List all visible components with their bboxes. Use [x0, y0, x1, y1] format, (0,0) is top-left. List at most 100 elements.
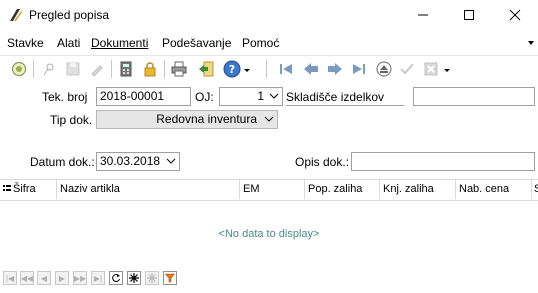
- close-icon: [509, 9, 521, 21]
- nav-last-button[interactable]: ▶|: [91, 271, 105, 285]
- tip-dok-value: Redovna inventura: [156, 112, 257, 126]
- lock-icon: [144, 62, 156, 77]
- export-button[interactable]: [196, 59, 216, 79]
- nav-next-page-button[interactable]: ▶▶: [73, 271, 87, 285]
- help-icon: ?: [223, 60, 241, 78]
- nav-next-button[interactable]: ▶: [55, 271, 69, 285]
- last-record-icon: [353, 64, 365, 74]
- check-icon: [400, 63, 414, 75]
- datum-label: Datum dok.:: [30, 155, 95, 169]
- edit-icon: [91, 65, 103, 77]
- menu-bar: Stavke Alati Dokumenti Podešavanje Pomoć: [0, 31, 538, 53]
- refresh-button[interactable]: [9, 59, 29, 79]
- asterisk-icon: [129, 273, 139, 283]
- prev-icon: ◀: [40, 273, 48, 283]
- window-title: Pregled popisa: [29, 8, 110, 22]
- asterisk-disabled-icon: [147, 273, 157, 283]
- col-sifra[interactable]: Šifra: [13, 183, 36, 195]
- maximize-icon: [464, 10, 474, 20]
- empty-grid-message: <No data to display>: [218, 228, 320, 240]
- last-page-icon: ▶|: [93, 273, 103, 283]
- confirm-button[interactable]: [397, 59, 417, 79]
- eject-icon: [376, 61, 392, 77]
- menu-pomoc[interactable]: Pomoć: [242, 36, 279, 50]
- chevron-down-icon: [244, 69, 250, 72]
- save-button[interactable]: [63, 59, 83, 79]
- next-page-icon: ▶▶: [73, 273, 87, 283]
- grid-header: Šifra Naziv artikla EM Pop. zaliha Knj. …: [0, 179, 538, 201]
- oj-name: Skladišče izdelkov: [286, 90, 404, 106]
- nav-prev-button[interactable]: ◀: [37, 271, 51, 285]
- cancel-icon: [424, 62, 438, 76]
- pin-icon: [43, 63, 54, 76]
- col-naziv-artikla[interactable]: Naziv artikla: [60, 183, 120, 195]
- column-chooser-icon[interactable]: [3, 184, 11, 194]
- next-icon: ▶: [58, 273, 66, 283]
- prev-record-icon: [304, 63, 318, 75]
- oj-combo[interactable]: 1: [219, 87, 283, 106]
- first-record-icon: [280, 64, 292, 74]
- calculator-icon: [120, 61, 132, 77]
- tip-dok-combo[interactable]: Redovna inventura: [96, 110, 278, 129]
- tek-broj-label: Tek. broj: [42, 90, 88, 104]
- next-record-icon: [328, 63, 342, 75]
- close-button[interactable]: [492, 0, 538, 30]
- menu-overflow-icon[interactable]: [528, 41, 534, 45]
- datum-combo[interactable]: 30.03.2018: [96, 152, 180, 171]
- prev-page-icon: ◀◀: [20, 273, 34, 283]
- chevron-down-icon[interactable]: [264, 115, 274, 124]
- edit-button[interactable]: [87, 59, 107, 79]
- chevron-down-icon[interactable]: [269, 92, 279, 101]
- col-nab-cena[interactable]: Nab. cena: [459, 183, 509, 195]
- datum-value: 30.03.2018: [100, 154, 161, 168]
- app-icon: [10, 9, 22, 21]
- menu-dokumenti[interactable]: Dokumenti: [91, 36, 148, 50]
- nav-delete-button[interactable]: [145, 271, 159, 285]
- toolbar: ?: [0, 55, 538, 82]
- nav-filter-button[interactable]: [163, 271, 177, 285]
- tek-broj-field[interactable]: 2018-00001: [96, 87, 191, 106]
- save-icon: [66, 62, 80, 76]
- nav-prev-page-button[interactable]: ◀◀: [20, 271, 34, 285]
- col-knj-zaliha[interactable]: Knj. zaliha: [383, 183, 434, 195]
- chevron-down-icon: [444, 69, 450, 72]
- help-button[interactable]: ?: [222, 59, 242, 79]
- toolbar-dropdown[interactable]: [442, 59, 452, 79]
- menu-stavke[interactable]: Stavke: [7, 36, 44, 50]
- oj-value: 1: [257, 89, 264, 103]
- first-record-button[interactable]: [276, 59, 296, 79]
- prev-record-button[interactable]: [301, 59, 321, 79]
- nav-refresh-button[interactable]: [109, 271, 123, 285]
- cancel-button[interactable]: [421, 59, 441, 79]
- opis-label: Opis dok.:: [295, 155, 350, 169]
- col-pop-zaliha[interactable]: Pop. zaliha: [308, 183, 362, 195]
- opis-field[interactable]: [351, 152, 535, 171]
- svg-text:?: ?: [229, 63, 235, 76]
- title-bar: Pregled popisa: [0, 0, 538, 30]
- print-button[interactable]: [169, 59, 189, 79]
- refresh-icon: [112, 274, 120, 283]
- eject-button[interactable]: [374, 59, 394, 79]
- help-dropdown[interactable]: [242, 59, 252, 79]
- calculator-button[interactable]: [116, 59, 136, 79]
- print-icon: [171, 61, 187, 77]
- next-record-button[interactable]: [325, 59, 345, 79]
- menu-podesavanje[interactable]: Podešavanje: [162, 36, 231, 50]
- oj-label: OJ:: [195, 90, 214, 104]
- col-em[interactable]: EM: [243, 183, 260, 195]
- col-s[interactable]: S: [534, 183, 538, 195]
- filter-icon: [165, 273, 175, 283]
- first-page-icon: |◀: [5, 273, 15, 283]
- grid-navigator: |◀ ◀◀ ◀ ▶ ▶▶ ▶|: [0, 270, 538, 288]
- minimize-icon: [418, 14, 428, 16]
- menu-alati[interactable]: Alati: [57, 36, 80, 50]
- chevron-down-icon[interactable]: [166, 157, 176, 166]
- lock-button[interactable]: [140, 59, 160, 79]
- minimize-button[interactable]: [400, 0, 446, 30]
- oj-extra-field[interactable]: [413, 87, 535, 106]
- pin-button[interactable]: [39, 59, 59, 79]
- last-record-button[interactable]: [349, 59, 369, 79]
- nav-first-button[interactable]: |◀: [3, 271, 17, 285]
- maximize-button[interactable]: [446, 0, 492, 30]
- nav-insert-button[interactable]: [127, 271, 141, 285]
